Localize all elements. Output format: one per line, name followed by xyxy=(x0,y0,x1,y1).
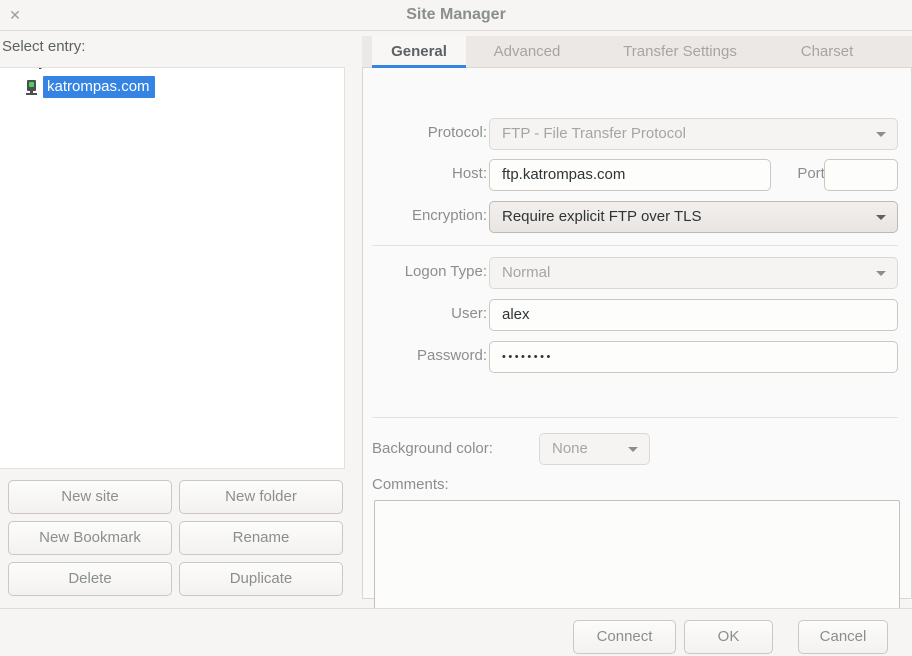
title-bar: ✕ Site Manager xyxy=(0,0,912,31)
logon-type-label: Logon Type: xyxy=(404,263,487,280)
chevron-down-icon xyxy=(876,132,886,137)
logon-type-dropdown[interactable]: Normal xyxy=(489,257,898,289)
logon-type-value: Normal xyxy=(502,264,551,281)
chevron-down-icon xyxy=(628,447,638,452)
background-color-label: Background color: xyxy=(372,440,493,457)
connect-button[interactable]: Connect xyxy=(573,620,676,654)
tree-clipped-row[interactable]: My Sites xyxy=(0,68,344,69)
settings-pane: General Advanced Transfer Settings Chars… xyxy=(362,36,912,618)
host-value: ftp.katrompas.com xyxy=(502,166,626,183)
port-input[interactable] xyxy=(824,159,898,191)
tab-transfer-settings[interactable]: Transfer Settings xyxy=(588,36,772,68)
new-site-button[interactable]: New site xyxy=(8,480,172,514)
password-input[interactable]: •••••••• xyxy=(489,341,898,373)
background-color-dropdown[interactable]: None xyxy=(539,433,650,465)
window-title: Site Manager xyxy=(406,6,506,23)
tab-advanced[interactable]: Advanced xyxy=(474,36,580,68)
general-tab-panel: Protocol: FTP - File Transfer Protocol H… xyxy=(362,68,912,618)
duplicate-button[interactable]: Duplicate xyxy=(179,562,343,596)
tree-clipped-row-label: My Sites xyxy=(26,68,84,69)
protocol-label: Protocol: xyxy=(427,124,487,141)
password-value: •••••••• xyxy=(502,351,553,363)
site-management-buttons: New site New folder New Bookmark Rename … xyxy=(8,480,343,596)
new-bookmark-button[interactable]: New Bookmark xyxy=(8,521,172,555)
port-label: Port: xyxy=(797,165,829,182)
password-label: Password: xyxy=(416,347,487,364)
tab-general[interactable]: General xyxy=(372,36,466,68)
new-folder-button[interactable]: New folder xyxy=(179,480,343,514)
delete-button[interactable]: Delete xyxy=(8,562,172,596)
tab-charset[interactable]: Charset xyxy=(780,36,874,68)
encryption-value: Require explicit FTP over TLS xyxy=(502,208,702,225)
tree-item-label: katrompas.com xyxy=(43,76,155,98)
cancel-button[interactable]: Cancel xyxy=(798,620,888,654)
chevron-down-icon xyxy=(876,271,886,276)
comments-textarea[interactable] xyxy=(374,500,900,618)
comments-label: Comments: xyxy=(372,476,449,493)
user-input[interactable]: alex xyxy=(489,299,898,331)
background-color-value: None xyxy=(552,440,588,457)
user-value: alex xyxy=(502,306,530,323)
separator-bottom xyxy=(372,417,898,418)
rename-button[interactable]: Rename xyxy=(179,521,343,555)
tab-bar: General Advanced Transfer Settings Chars… xyxy=(362,36,912,68)
separator-top xyxy=(372,245,898,246)
user-label: User: xyxy=(451,305,487,322)
chevron-down-icon xyxy=(876,215,886,220)
protocol-dropdown[interactable]: FTP - File Transfer Protocol xyxy=(489,118,898,150)
select-entry-label: Select entry: xyxy=(2,38,86,55)
dialog-action-bar: Connect OK Cancel xyxy=(0,608,912,656)
host-label: Host: xyxy=(451,165,487,182)
host-input[interactable]: ftp.katrompas.com xyxy=(489,159,771,191)
encryption-label: Encryption: xyxy=(411,207,487,224)
encryption-dropdown[interactable]: Require explicit FTP over TLS xyxy=(489,201,898,233)
server-icon xyxy=(26,79,37,95)
tree-item-katrompas[interactable]: katrompas.com xyxy=(0,75,155,99)
protocol-value: FTP - File Transfer Protocol xyxy=(502,125,686,142)
site-tree-panel[interactable]: My Sites katrompas.com xyxy=(0,67,345,469)
ok-button[interactable]: OK xyxy=(684,620,773,654)
